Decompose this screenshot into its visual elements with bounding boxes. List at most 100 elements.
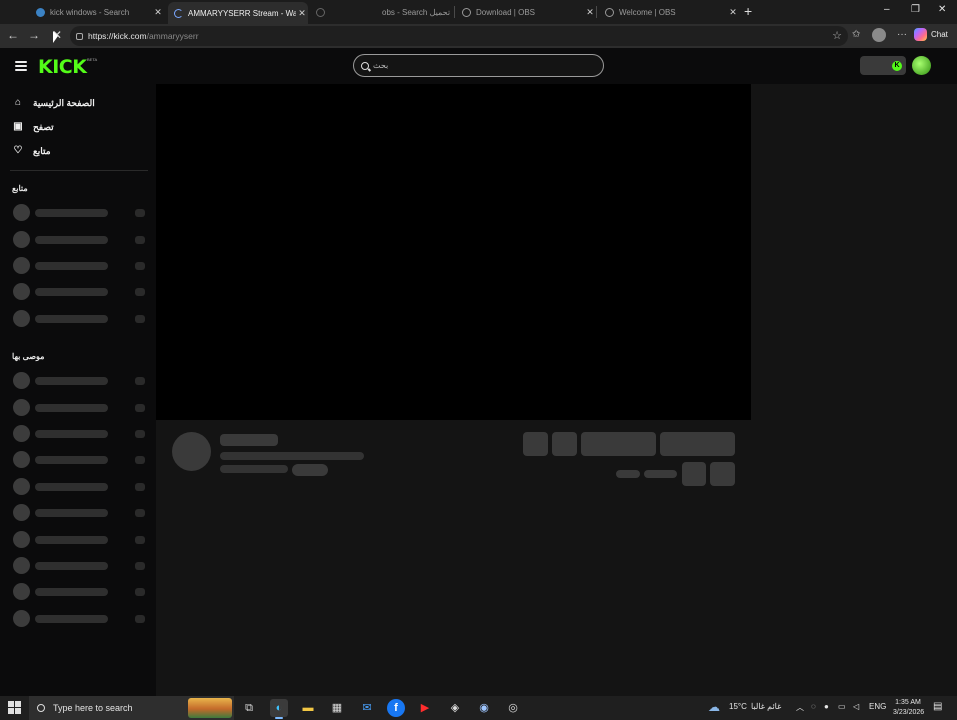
microphone-icon[interactable]: ● — [824, 702, 829, 711]
channel-skeleton-row — [13, 310, 145, 328]
browser-tab-strip: kick windows - Search ✕ AMMARYYSERR Stre… — [0, 0, 957, 24]
taskbar-clock[interactable]: 1:35 AM 3/23/2026 — [893, 698, 925, 718]
action-button-skeleton — [523, 432, 548, 456]
show-hidden-icons-icon[interactable]: ︿ — [796, 702, 804, 713]
stream-title-skeleton — [220, 452, 364, 460]
close-tab-icon[interactable]: ✕ — [727, 7, 739, 18]
task-view-icon[interactable]: ⧉ — [240, 699, 258, 717]
subscribe-button-skeleton — [660, 432, 735, 456]
language-indicator[interactable]: ENG — [869, 702, 886, 711]
minimize-button[interactable]: – — [884, 4, 890, 15]
go-live-button[interactable]: K — [860, 56, 906, 75]
tab-divider — [596, 6, 597, 18]
loading-spinner-icon — [174, 8, 183, 18]
tab-obs-search[interactable]: obs - Search تحميل — [376, 2, 454, 22]
share-button-skeleton — [682, 462, 706, 486]
channel-skeleton-row — [13, 610, 145, 628]
search-input[interactable]: بحث — [353, 54, 604, 77]
kick-logo[interactable]: KICK — [38, 56, 87, 78]
edge-icon[interactable]: ◐ — [270, 699, 288, 719]
tab-ammaryyserr-stream[interactable]: AMMARYYSERR Stream - Watch L ✕ — [168, 2, 308, 24]
store-icon[interactable]: ▦ — [328, 699, 346, 717]
tab-blank[interactable] — [310, 2, 372, 22]
new-tab-button[interactable]: + — [744, 3, 752, 19]
facebook-icon[interactable]: f — [387, 699, 405, 717]
browser-toolbar: ← → ✕ https://kick.com/ammaryyserr ☆ ✩ ·… — [0, 24, 957, 48]
channel-skeleton-row — [13, 557, 145, 575]
mail-icon[interactable]: ✉ — [358, 699, 376, 717]
profile-icon[interactable] — [872, 28, 886, 42]
sidebar-item-home[interactable]: الصفحة الرئيسية ⌂ — [12, 97, 95, 109]
streamer-name-skeleton — [220, 434, 278, 446]
copilot-chat-button[interactable]: Chat — [914, 28, 948, 41]
more-menu-icon[interactable]: ··· — [897, 29, 907, 40]
category-skeleton — [220, 465, 288, 473]
heart-icon: ♡ — [13, 145, 23, 156]
channel-skeleton-row — [13, 504, 145, 522]
tab-welcome-obs[interactable]: Welcome | OBS ✕ — [599, 2, 739, 22]
forward-arrow-icon[interactable]: → — [28, 28, 40, 42]
kick-header: KICK BETA بحث K — [0, 48, 957, 84]
address-path: /ammaryyserr — [146, 31, 199, 41]
search-placeholder: بحث — [373, 61, 389, 70]
viewer-count-skeleton — [616, 470, 640, 478]
clock-date: 3/23/2026 — [893, 709, 925, 716]
browse-icon: ▣ — [13, 121, 23, 132]
channel-skeleton-row — [13, 372, 145, 390]
notification-center-icon[interactable]: ▤ — [933, 701, 942, 712]
home-icon: ⌂ — [14, 97, 22, 108]
weather-temp[interactable]: 15°C — [729, 702, 747, 711]
app-icon[interactable]: ◈ — [446, 699, 464, 717]
windows-taskbar: Type here to search ⧉ ◐ ▬ ▦ ✉ f ▶ ◈ ◉ ◎ … — [0, 696, 957, 720]
action-button-skeleton — [552, 432, 577, 456]
volume-icon[interactable]: ◁ — [853, 702, 859, 711]
favorites-icon[interactable]: ✩ — [852, 29, 860, 40]
sidebar-item-following[interactable]: متابع ♡ — [12, 145, 51, 157]
main-content — [156, 84, 957, 696]
maximize-button[interactable]: ❐ — [911, 4, 920, 15]
video-player[interactable] — [156, 84, 751, 420]
channel-skeleton-row — [13, 257, 145, 275]
lock-icon — [76, 32, 83, 40]
user-avatar[interactable] — [912, 56, 931, 75]
obs-taskbar-icon[interactable]: ◎ — [504, 699, 522, 717]
tag-skeleton — [292, 464, 328, 476]
streamer-avatar-skeleton — [172, 432, 211, 471]
recommended-section-heading: موصى بها — [12, 352, 45, 361]
network-icon[interactable]: ◌ — [811, 702, 816, 711]
follow-button-skeleton — [581, 432, 656, 456]
weather-icon: ☁ — [708, 700, 720, 714]
clock-time: 1:35 AM — [895, 699, 921, 706]
close-window-button[interactable]: ✕ — [938, 4, 946, 15]
mouse-cursor — [53, 31, 58, 43]
steam-icon[interactable]: ◉ — [475, 699, 493, 717]
tab-download-obs[interactable]: Download | OBS ✕ — [456, 2, 596, 22]
copilot-icon — [914, 28, 927, 41]
search-tab-icon — [316, 7, 325, 17]
close-tab-icon[interactable]: ✕ — [152, 7, 164, 18]
sidebar-item-browse[interactable]: تصفح ▣ — [12, 121, 53, 133]
kick-badge-icon: K — [892, 61, 902, 71]
file-explorer-icon[interactable]: ▬ — [299, 699, 317, 717]
display-icon[interactable]: ▭ — [838, 702, 846, 711]
channel-skeleton-row — [13, 531, 145, 549]
address-host: https://kick.com — [88, 31, 147, 41]
channel-skeleton-row — [13, 231, 145, 249]
hamburger-menu-icon[interactable] — [15, 61, 27, 71]
channel-skeleton-row — [13, 478, 145, 496]
address-bar[interactable]: https://kick.com/ammaryyserr ☆ — [70, 26, 848, 46]
windows-start-icon[interactable] — [8, 701, 21, 714]
tab-kick-windows-search[interactable]: kick windows - Search ✕ — [30, 2, 164, 22]
sidebar-divider — [10, 170, 148, 171]
close-tab-icon[interactable]: ✕ — [584, 7, 596, 18]
weather-text: غائم غالبا — [751, 702, 782, 711]
channel-skeleton-row — [13, 451, 145, 469]
search-highlight-image — [188, 698, 232, 718]
favorite-star-icon[interactable]: ☆ — [832, 29, 842, 42]
globe-icon — [605, 7, 614, 17]
youtube-icon[interactable]: ▶ — [416, 699, 434, 717]
back-arrow-icon[interactable]: ← — [7, 28, 19, 42]
channel-skeleton-row — [13, 399, 145, 417]
close-tab-icon[interactable]: ✕ — [296, 8, 308, 19]
obs-icon — [462, 7, 471, 17]
